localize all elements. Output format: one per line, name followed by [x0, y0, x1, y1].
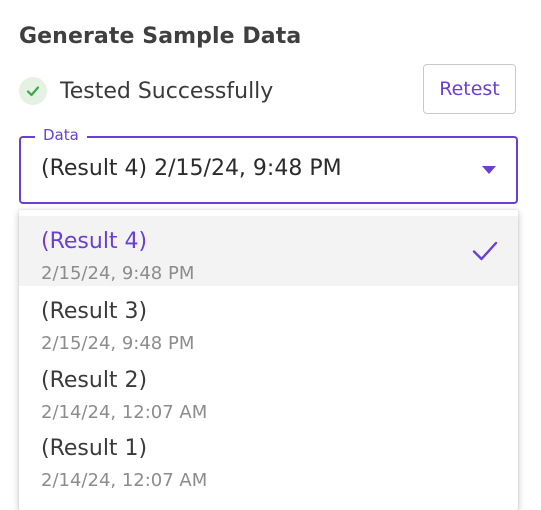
option-title: (Result 2): [41, 368, 148, 393]
data-select-label: Data: [35, 126, 87, 144]
option-result-3[interactable]: (Result 3) 2/15/24, 9:48 PM: [19, 286, 518, 356]
data-select-value: (Result 4) 2/15/24, 9:48 PM: [41, 156, 342, 181]
data-dropdown-menu: (Result 4) 2/15/24, 9:48 PM (Result 3) 2…: [19, 210, 518, 510]
test-status: Tested Successfully: [19, 76, 273, 106]
option-timestamp: 2/15/24, 9:48 PM: [41, 263, 195, 284]
option-title: (Result 3): [41, 299, 148, 324]
checkmark-icon: [472, 240, 498, 266]
option-result-4[interactable]: (Result 4) 2/15/24, 9:48 PM: [19, 216, 518, 286]
option-title: (Result 4): [41, 229, 148, 254]
option-timestamp: 2/14/24, 12:07 AM: [41, 402, 208, 423]
data-select[interactable]: Data (Result 4) 2/15/24, 9:48 PM: [19, 126, 518, 204]
status-text: Tested Successfully: [60, 78, 274, 104]
option-result-2[interactable]: (Result 2) 2/14/24, 12:07 AM: [19, 355, 518, 425]
option-result-1[interactable]: (Result 1) 2/14/24, 12:07 AM: [19, 423, 518, 493]
option-title: (Result 1): [41, 436, 148, 461]
dropdown-arrow-icon: [482, 166, 496, 174]
option-timestamp: 2/15/24, 9:48 PM: [41, 333, 195, 354]
option-timestamp: 2/14/24, 12:07 AM: [41, 470, 208, 491]
section-heading: Generate Sample Data: [19, 24, 302, 49]
retest-button[interactable]: Retest: [423, 64, 516, 114]
check-circle-icon: [19, 77, 47, 105]
